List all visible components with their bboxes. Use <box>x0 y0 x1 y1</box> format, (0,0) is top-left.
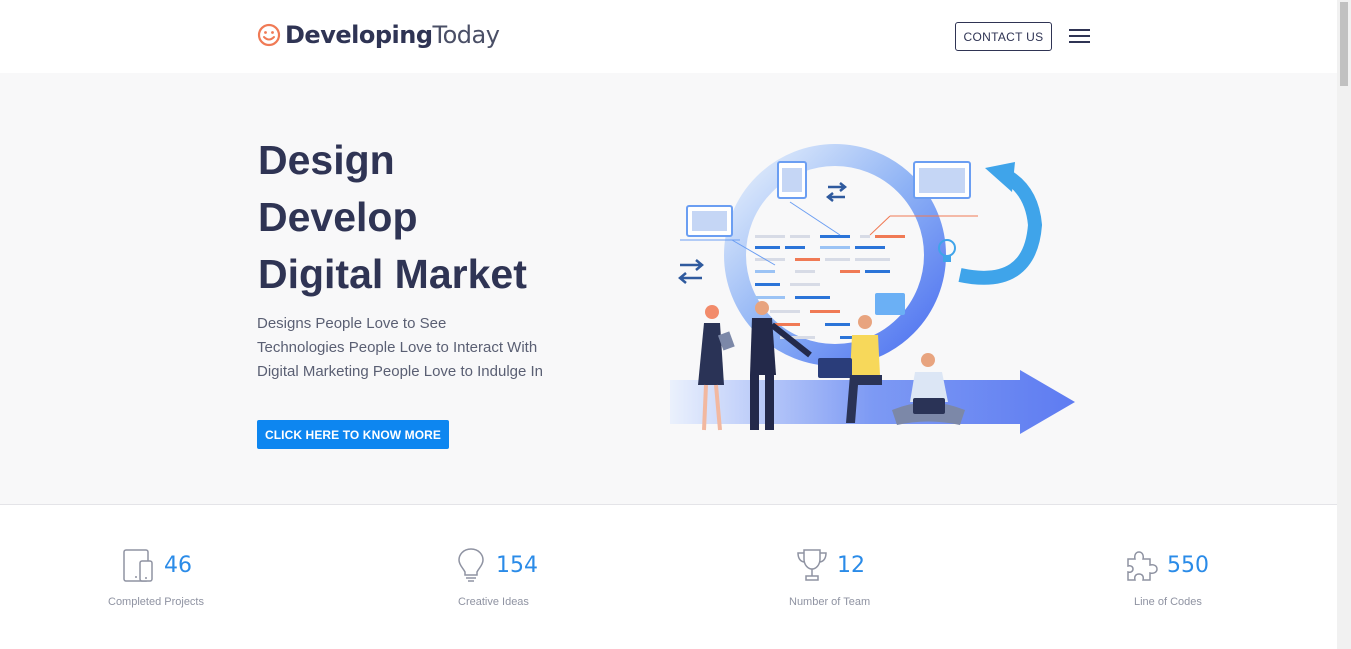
site-header: Developing Today CONTACT US <box>0 0 1351 73</box>
hero-title: Design Develop Digital Market <box>258 132 527 303</box>
team-development-illustration <box>670 144 1075 434</box>
stat-label: Completed Projects <box>108 596 204 608</box>
site-logo[interactable]: Developing Today <box>257 19 500 51</box>
logo-text-bold: Developing <box>285 21 433 49</box>
stat-number: 154 <box>496 552 538 578</box>
vertical-scrollbar[interactable] <box>1337 0 1351 649</box>
contact-us-button[interactable]: CONTACT US <box>955 22 1052 51</box>
hero-title-line: Develop <box>258 194 418 240</box>
stat-number: 46 <box>164 552 192 578</box>
hero-subtitle: Designs People Love to See Technologies … <box>257 312 543 384</box>
hamburger-menu-icon[interactable] <box>1069 27 1091 45</box>
hero-subtitle-line: Digital Marketing People Love to Indulge… <box>257 363 544 380</box>
lightbulb-icon <box>458 548 484 582</box>
smiley-logo-icon <box>257 23 281 47</box>
hero-title-line: Digital Market <box>258 251 527 297</box>
stat-number: 550 <box>1167 552 1209 578</box>
logo-text-light: Today <box>432 21 500 49</box>
hero-subtitle-line: Technologies People Love to Interact Wit… <box>257 339 538 356</box>
devices-icon <box>123 549 153 582</box>
stat-number: 12 <box>837 552 865 578</box>
stat-label: Number of Team <box>789 596 871 608</box>
stat-label: Line of Codes <box>1134 596 1202 608</box>
trophy-icon <box>797 549 827 581</box>
stat-label: Creative Ideas <box>458 596 529 608</box>
hero-title-line: Design <box>258 137 395 183</box>
puzzle-icon <box>1127 551 1158 581</box>
hero-subtitle-line: Designs People Love to See <box>257 315 447 332</box>
know-more-button[interactable]: CLICK HERE TO KNOW MORE <box>257 420 449 449</box>
scrollbar-thumb[interactable] <box>1340 2 1348 86</box>
